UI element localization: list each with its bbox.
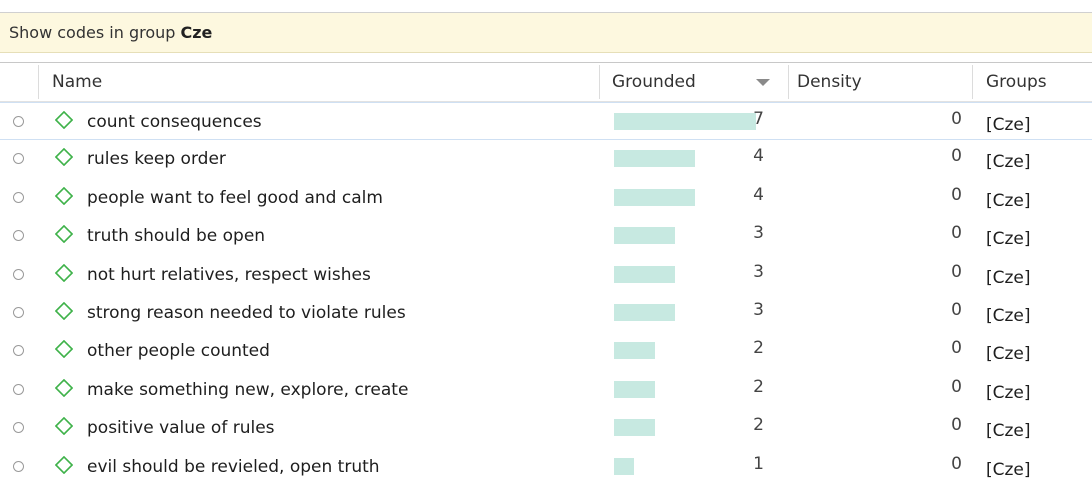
code-diamond-icon	[55, 417, 73, 436]
code-groups: [Cze]	[986, 344, 1031, 365]
filter-prefix: Show codes in group	[9, 23, 181, 42]
table-row[interactable]: strong reason needed to violate rules 3 0 […	[0, 294, 1092, 332]
code-groups: [Cze]	[986, 421, 1031, 442]
row-radio-icon[interactable]	[13, 422, 24, 434]
density-count: 0	[951, 338, 962, 359]
grounded-count: 3	[753, 261, 764, 282]
density-count: 0	[951, 300, 962, 320]
table-row[interactable]: positive value of rules 2 0 [Cze]	[0, 409, 1092, 447]
code-groups: [Cze]	[986, 459, 1031, 480]
row-radio-icon[interactable]	[13, 230, 24, 242]
code-name: truth should be open	[87, 226, 266, 247]
code-name: not hurt relatives, respect wishes	[87, 264, 371, 285]
grounded-bar	[614, 188, 695, 206]
table-row[interactable]: rules keep order 4 0 [Cze]	[0, 140, 1092, 178]
code-name: rules keep order	[87, 149, 226, 170]
density-count: 0	[951, 109, 962, 129]
column-separator	[972, 65, 973, 99]
density-count: 0	[951, 261, 962, 282]
table-row[interactable]: evil should be revieled, open truth 1 0 [Cz…	[0, 448, 1092, 486]
code-groups: [Cze]	[986, 190, 1031, 211]
grounded-bar	[614, 304, 675, 321]
density-count: 0	[951, 453, 962, 474]
grounded-count: 2	[753, 376, 764, 397]
grounded-bar	[614, 457, 634, 475]
row-radio-icon[interactable]	[13, 345, 24, 357]
code-groups: [Cze]	[986, 382, 1031, 403]
code-name: strong reason needed to violate rules	[87, 303, 406, 323]
table-row[interactable]: people want to feel good and calm 4 0 [Cze]	[0, 179, 1092, 217]
density-count: 0	[951, 184, 962, 205]
density-count: 0	[951, 415, 962, 436]
grounded-count: 1	[753, 453, 764, 474]
grounded-count: 3	[753, 300, 764, 320]
grounded-bar	[614, 150, 695, 168]
column-header-grounded-label: Grounded	[612, 72, 696, 92]
code-name: people want to feel good and calm	[87, 187, 383, 208]
code-name: count consequences	[87, 112, 262, 132]
column-header-groups[interactable]: Groups	[974, 63, 1047, 101]
code-diamond-icon	[55, 302, 73, 320]
column-header-name[interactable]: Name	[40, 63, 102, 101]
code-diamond-icon	[55, 378, 73, 397]
code-diamond-icon	[55, 186, 73, 205]
code-name: evil should be revieled, open truth	[87, 456, 380, 477]
row-radio-icon[interactable]	[13, 383, 24, 395]
code-name: make something new, explore, create	[87, 379, 409, 400]
density-count: 0	[951, 146, 962, 167]
grounded-count: 3	[753, 223, 764, 244]
code-diamond-icon	[55, 263, 73, 282]
grounded-bar	[614, 265, 675, 283]
density-count: 0	[951, 376, 962, 397]
grounded-bar	[614, 380, 655, 398]
row-radio-icon[interactable]	[13, 191, 24, 203]
row-radio-icon[interactable]	[13, 307, 24, 318]
grounded-count: 2	[753, 415, 764, 436]
grounded-bar	[614, 227, 675, 245]
grounded-count: 4	[753, 184, 764, 205]
grounded-bar	[614, 342, 655, 360]
code-groups: [Cze]	[986, 267, 1031, 288]
code-groups: [Cze]	[986, 152, 1031, 173]
table-row[interactable]: truth should be open 3 0 [Cze]	[0, 217, 1092, 255]
code-groups: [Cze]	[986, 229, 1031, 250]
code-diamond-icon	[55, 340, 73, 359]
column-header: Name Grounded Density Groups	[0, 62, 1092, 102]
column-header-density[interactable]: Density	[785, 63, 862, 101]
table-row[interactable]: not hurt relatives, respect wishes 3 0 [Cze…	[0, 256, 1092, 294]
grounded-count: 7	[753, 109, 764, 129]
sort-descending-icon	[756, 79, 770, 86]
grounded-bar	[614, 419, 655, 437]
code-diamond-icon	[55, 455, 73, 474]
table-row[interactable]: count consequences 7 0 [Cze]	[0, 102, 1092, 140]
grounded-count: 4	[753, 146, 764, 167]
row-radio-icon[interactable]	[13, 460, 24, 472]
table-row[interactable]: other people counted 2 0 [Cze]	[0, 332, 1092, 370]
row-radio-icon[interactable]	[13, 268, 24, 280]
code-diamond-icon	[55, 111, 73, 129]
row-radio-icon[interactable]	[13, 153, 24, 165]
filter-group-name: Cze	[180, 23, 213, 42]
group-filter-banner: Show codes in group Cze	[0, 13, 1092, 53]
row-radio-icon[interactable]	[13, 116, 24, 127]
column-separator	[38, 65, 39, 99]
code-groups: [Cze]	[986, 306, 1031, 326]
top-strip	[0, 0, 1092, 13]
table-row[interactable]: make something new, explore, create 2 0 [Cz…	[0, 371, 1092, 409]
code-name: positive value of rules	[87, 418, 275, 439]
density-count: 0	[951, 223, 962, 244]
code-diamond-icon	[55, 148, 73, 167]
code-diamond-icon	[55, 225, 73, 244]
code-name: other people counted	[87, 341, 270, 362]
grounded-count: 2	[753, 338, 764, 359]
